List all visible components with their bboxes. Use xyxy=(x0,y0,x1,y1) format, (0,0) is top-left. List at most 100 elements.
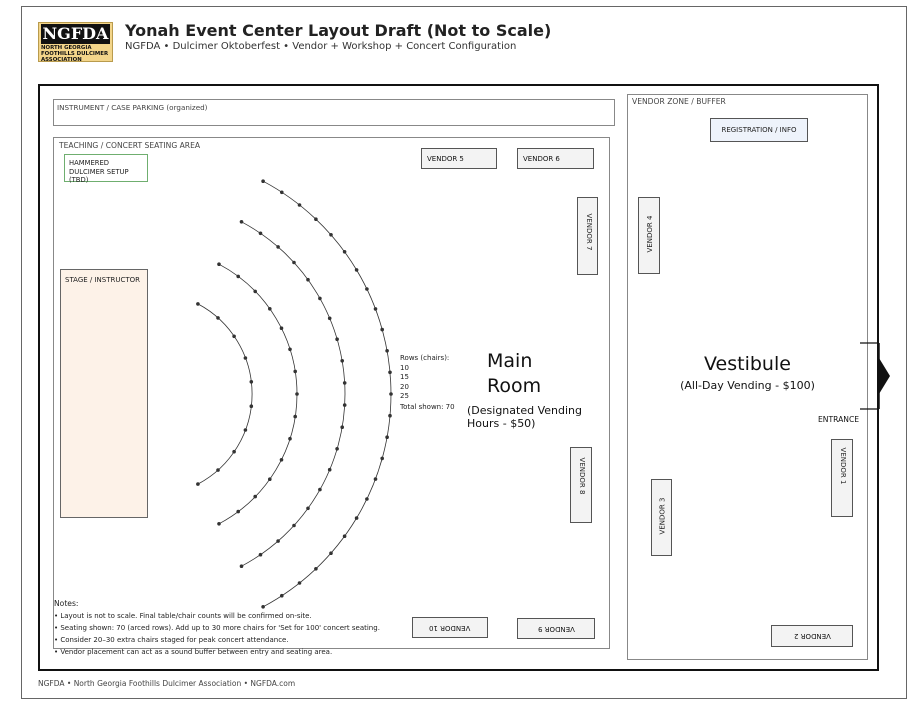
chair xyxy=(292,523,296,528)
vendor-zone-label: VENDOR ZONE / BUFFER xyxy=(632,97,726,106)
vendor-10-table: VENDOR 10 xyxy=(412,617,488,638)
vendor-1-label: VENDOR 1 xyxy=(839,447,847,485)
row-count-4: 25 xyxy=(400,392,409,400)
chair xyxy=(306,506,310,511)
vendor-4-table: VENDOR 4 xyxy=(638,197,660,274)
chair xyxy=(329,233,333,237)
vendor-9-table: VENDOR 9 xyxy=(517,618,595,639)
chair xyxy=(340,425,345,430)
chair xyxy=(327,467,332,472)
vendor-2-label: VENDOR 2 xyxy=(793,632,831,640)
chair xyxy=(196,302,200,306)
entrance-label: ENTRANCE xyxy=(818,415,860,424)
vestibule-title: Vestibule xyxy=(704,353,791,375)
chair xyxy=(388,413,392,418)
chair xyxy=(243,356,248,360)
chair xyxy=(279,458,284,462)
vendor-6-table: VENDOR 6 xyxy=(517,148,594,169)
chair xyxy=(253,494,257,499)
seating-row-arc xyxy=(262,180,392,608)
chair xyxy=(276,539,280,543)
chair xyxy=(373,477,378,481)
entrance-door-icon xyxy=(860,342,890,410)
notes-heading: Notes: xyxy=(54,599,79,608)
chair xyxy=(314,567,318,571)
vendor-8-label: VENDOR 8 xyxy=(578,457,586,495)
chair xyxy=(318,487,322,492)
chair xyxy=(389,392,393,396)
chair xyxy=(249,404,254,409)
chair xyxy=(249,380,254,384)
seating-row-arc xyxy=(218,263,298,525)
seating-row-arc xyxy=(197,303,253,485)
chair xyxy=(236,274,240,279)
chair xyxy=(280,593,284,598)
chair xyxy=(217,262,221,267)
chair xyxy=(306,277,310,282)
main-room-note-line2: Hours - $50) xyxy=(467,417,536,430)
note-item: • Vendor placement can act as a sound bu… xyxy=(54,648,333,656)
chair xyxy=(196,482,200,486)
chair xyxy=(253,289,257,294)
chair xyxy=(342,534,347,538)
note-item: • Seating shown: 70 (arced rows). Add up… xyxy=(54,624,380,632)
chair xyxy=(365,497,369,501)
chair xyxy=(280,190,284,195)
seating-rows-info: Rows (chairs): 10 15 20 25 Total shown: … xyxy=(400,354,455,412)
main-room-title-line1: Main xyxy=(487,350,533,372)
vendor-9-label: VENDOR 9 xyxy=(537,624,575,633)
note-item: • Layout is not to scale. Final table/ch… xyxy=(54,612,312,620)
row-count-3: 20 xyxy=(400,382,409,391)
note-item: • Consider 20–30 extra chairs staged for… xyxy=(54,636,289,644)
chair xyxy=(297,581,302,585)
chair xyxy=(297,203,302,207)
chair xyxy=(258,231,263,236)
vendor-7-label: VENDOR 7 xyxy=(585,213,593,251)
vendor-8-table: VENDOR 8 xyxy=(570,447,592,523)
chair xyxy=(288,347,292,352)
chair xyxy=(268,477,272,482)
chair xyxy=(335,337,339,342)
chair xyxy=(258,552,263,557)
chair xyxy=(236,509,240,514)
chair xyxy=(239,220,244,224)
chair xyxy=(243,428,248,432)
vendor-7-table: VENDOR 7 xyxy=(577,197,598,275)
chair xyxy=(388,370,392,375)
chair xyxy=(354,268,359,272)
vendor-4-label: VENDOR 4 xyxy=(646,215,654,253)
chair xyxy=(239,564,244,568)
main-room-note-line1: (Designated Vending xyxy=(467,404,582,417)
chair xyxy=(342,381,347,385)
chair xyxy=(232,334,236,339)
chair xyxy=(314,217,318,221)
chair xyxy=(342,403,347,407)
chair xyxy=(295,392,299,396)
chair xyxy=(216,468,220,472)
rows-label: Rows (chairs): xyxy=(400,354,450,362)
chair xyxy=(217,522,221,526)
chair xyxy=(292,260,296,265)
chair xyxy=(342,250,347,254)
chair xyxy=(268,307,272,311)
main-room-title: Main Room xyxy=(487,349,541,399)
vendor-3-table: VENDOR 3 xyxy=(651,479,672,556)
chair xyxy=(373,307,378,311)
chair xyxy=(385,435,389,440)
chair xyxy=(293,369,298,374)
chair xyxy=(385,349,389,353)
vendor-zone-buffer: VENDOR ZONE / BUFFER xyxy=(627,94,868,660)
chair xyxy=(216,316,220,320)
notes-block: Notes: • Layout is not to scale. Final t… xyxy=(54,598,380,658)
row-count-2: 15 xyxy=(400,373,409,381)
chair xyxy=(329,551,333,555)
chair xyxy=(340,359,345,363)
chair xyxy=(365,287,369,291)
chair xyxy=(335,447,339,451)
vendor-10-label: VENDOR 10 xyxy=(429,623,471,632)
main-room-title-line2: Room xyxy=(487,375,542,397)
seating-row-arc xyxy=(241,221,346,567)
page-footer: NGFDA • North Georgia Foothills Dulcimer… xyxy=(38,679,296,688)
chair xyxy=(288,436,292,441)
chair xyxy=(380,327,385,332)
